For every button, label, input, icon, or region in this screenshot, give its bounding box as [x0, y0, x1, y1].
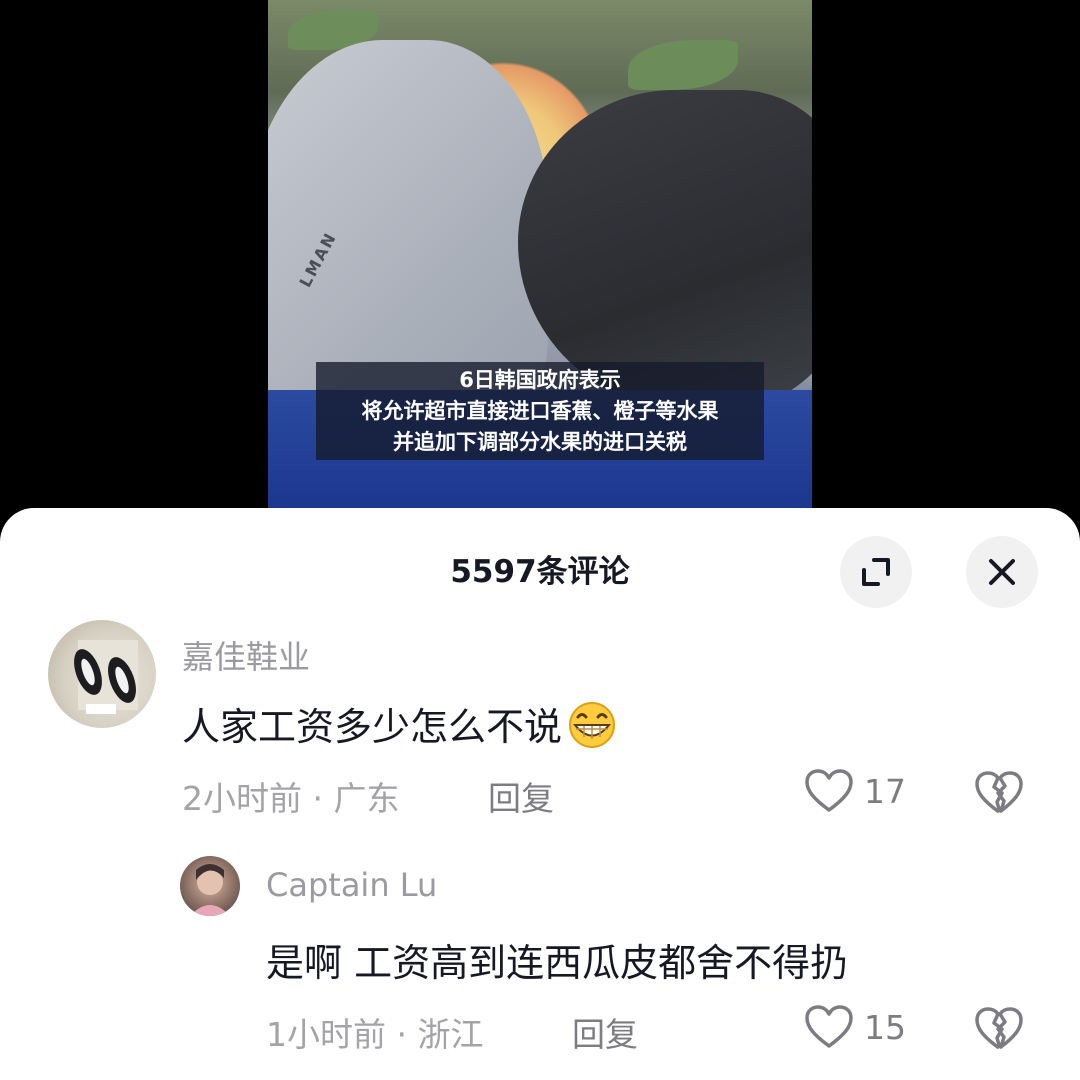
comment-text: 人家工资多少怎么不说: [182, 696, 620, 759]
meta-separator: ·: [396, 1015, 408, 1054]
close-button[interactable]: [966, 536, 1038, 608]
like-button[interactable]: [804, 1004, 854, 1054]
comment-time: 1小时前: [266, 1015, 386, 1054]
dislike-button[interactable]: [974, 770, 1024, 820]
avatar[interactable]: [48, 620, 156, 728]
comments-count-title: 5597条评论: [450, 554, 630, 590]
broken-heart-icon: [975, 771, 1023, 814]
caption-line-2: 将允许超市直接进口香蕉、橙子等水果: [361, 399, 719, 423]
heart-outline-icon: [805, 1005, 853, 1048]
caption-line-3: 并追加下调部分水果的进口关税: [393, 430, 687, 454]
grinning-face-emoji-icon: [564, 700, 620, 759]
avatar[interactable]: [180, 856, 240, 916]
expand-button[interactable]: [840, 536, 912, 608]
comment-username[interactable]: 嘉佳鞋业: [182, 632, 310, 678]
comment-text: 是啊 工资高到连西瓜皮都舍不得扔: [266, 941, 849, 985]
comment-time: 2小时前: [182, 779, 302, 818]
video-player[interactable]: LMAN 6日韩国政府表示 将允许超市直接进口香蕉、橙子等水果 并追加下调部分水…: [268, 0, 812, 508]
like-button[interactable]: [804, 768, 854, 818]
comment-text-body: 人家工资多少怎么不说: [182, 705, 563, 749]
broken-heart-icon: [975, 1007, 1023, 1050]
comment-username[interactable]: Captain Lu: [266, 866, 437, 904]
close-icon: [989, 559, 1015, 585]
comment-location: 浙江: [417, 1015, 484, 1054]
dislike-button[interactable]: [974, 1006, 1024, 1056]
comment-meta: 2小时前 · 广东: [182, 772, 400, 820]
shoes-photo: [74, 640, 138, 714]
like-count: 15: [864, 1008, 906, 1047]
comment-meta: 1小时前 · 浙江: [266, 1008, 484, 1056]
leaf-shape: [628, 40, 738, 90]
person-photo: [190, 864, 230, 916]
comment-location: 广东: [333, 779, 400, 818]
expand-icon: [862, 558, 890, 586]
like-count: 17: [864, 772, 906, 811]
heart-outline-icon: [805, 769, 853, 812]
video-caption: 6日韩国政府表示 将允许超市直接进口香蕉、橙子等水果 并追加下调部分水果的进口关…: [316, 362, 764, 460]
meta-separator: ·: [312, 779, 324, 818]
comments-sheet: 5597条评论 嘉佳鞋业 人家工资多少怎么不说 2小时前 · 广东 回复 17 …: [0, 508, 1080, 1080]
caption-line-1: 6日韩国政府表示: [459, 368, 621, 392]
reply-button[interactable]: 回复: [572, 1008, 638, 1056]
reply-button[interactable]: 回复: [488, 772, 554, 820]
